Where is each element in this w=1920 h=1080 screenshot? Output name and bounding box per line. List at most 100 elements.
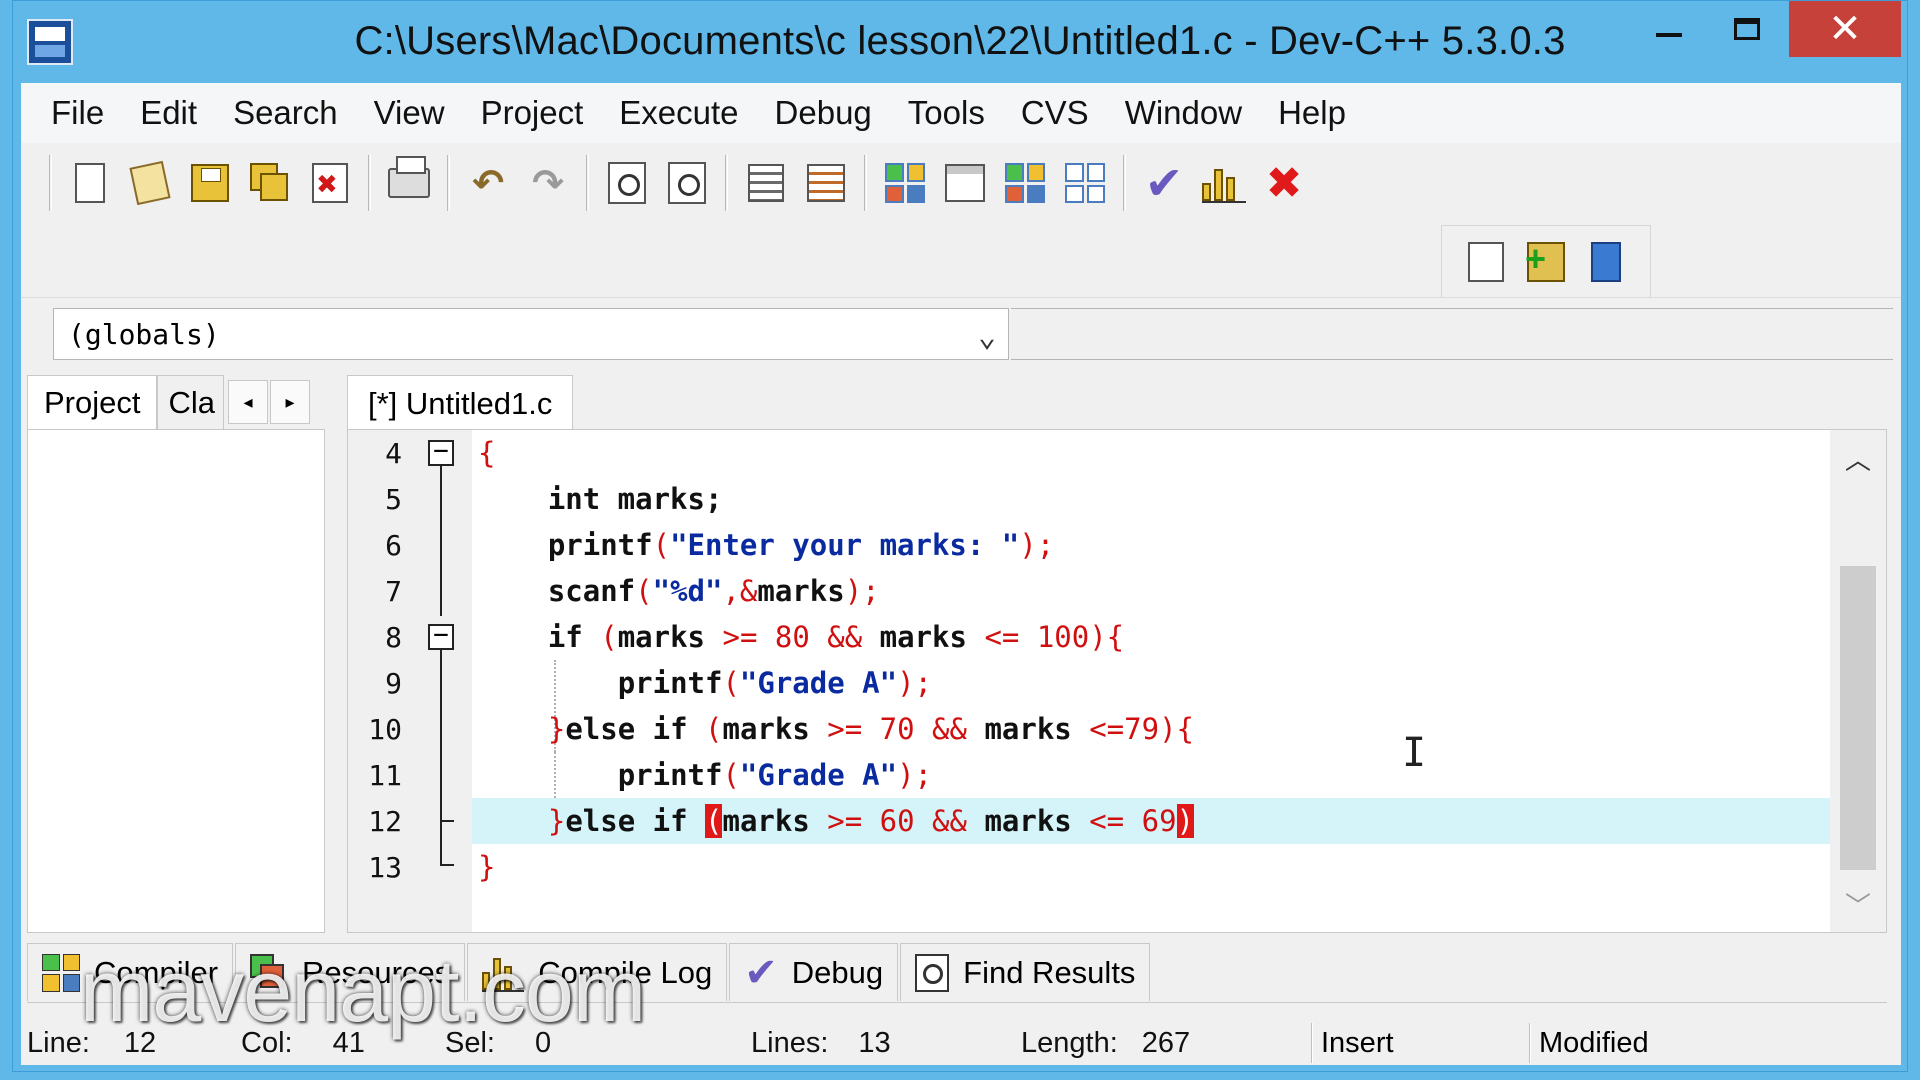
goto-line-icon xyxy=(807,164,845,202)
tab-project[interactable]: Project xyxy=(27,375,158,429)
undo-button[interactable]: ↶ xyxy=(461,154,515,212)
menu-project[interactable]: Project xyxy=(463,94,602,132)
code-text-area[interactable]: { int marks; printf("Enter your marks: "… xyxy=(472,430,1830,932)
code-line: } xyxy=(472,844,1830,890)
tab-scroll-arrows: ◂ ▸ xyxy=(226,375,310,429)
fold-line xyxy=(440,650,442,864)
tab-scroll-left-icon[interactable]: ◂ xyxy=(228,380,268,424)
tab-untitled1[interactable]: [*] Untitled1.c xyxy=(347,375,574,431)
close-file-button[interactable] xyxy=(303,154,357,212)
code-line-text: }else if (marks >= 60 && marks <= 69) xyxy=(547,804,1194,838)
fold-collapse-icon[interactable]: − xyxy=(428,438,454,466)
menu-debug[interactable]: Debug xyxy=(757,94,890,132)
toolbar-separator xyxy=(586,155,589,211)
print-button[interactable] xyxy=(382,154,436,212)
title-bar[interactable]: C:\Users\Mac\Documents\c lesson\22\Untit… xyxy=(13,1,1907,83)
menu-search[interactable]: Search xyxy=(215,94,356,132)
minimize-button[interactable] xyxy=(1633,1,1705,57)
tab-scroll-right-icon[interactable]: ▸ xyxy=(270,380,310,424)
line-number: 5 xyxy=(385,483,402,516)
chevron-down-icon[interactable]: ⌄ xyxy=(978,319,996,354)
save-all-button[interactable] xyxy=(243,154,297,212)
scope-dropdown[interactable]: (globals) ⌄ xyxy=(53,308,1009,360)
add-to-project-button[interactable] xyxy=(1519,233,1573,291)
undo-icon: ↶ xyxy=(472,162,504,205)
redo-button[interactable]: ↷ xyxy=(521,154,575,212)
scroll-up-icon[interactable]: ︿ xyxy=(1830,430,1886,486)
editor-vertical-scrollbar[interactable]: ︿ ﹀ xyxy=(1830,430,1886,932)
compile-run-button[interactable] xyxy=(998,154,1052,212)
tab-debug[interactable]: ✔ Debug xyxy=(729,943,899,1001)
project-toolbar xyxy=(1441,225,1651,299)
find-replace-button[interactable] xyxy=(660,154,714,212)
goto-line-button[interactable] xyxy=(799,154,853,212)
window-icon xyxy=(945,164,985,202)
menu-file[interactable]: File xyxy=(33,94,122,132)
gutter-row: 11 xyxy=(348,752,472,798)
open-file-button[interactable] xyxy=(123,154,177,212)
fold-collapse-icon[interactable]: − xyxy=(428,622,454,650)
toolbar-separator xyxy=(447,155,450,211)
compile-button[interactable] xyxy=(878,154,932,212)
gutter-row: 4− xyxy=(348,430,472,476)
run-button[interactable] xyxy=(938,154,992,212)
save-button[interactable] xyxy=(183,154,237,212)
tab-debug-label: Debug xyxy=(791,954,884,990)
close-file-icon xyxy=(312,163,348,203)
save-icon xyxy=(191,164,229,202)
status-divider xyxy=(1529,1023,1531,1063)
scroll-down-icon[interactable]: ﹀ xyxy=(1830,876,1886,932)
menu-execute[interactable]: Execute xyxy=(601,94,756,132)
project-book-button[interactable] xyxy=(1579,233,1633,291)
gutter-row: 9 xyxy=(348,660,472,706)
line-gutter: 4− 5 6 7 8− 9 10 11 12 13 xyxy=(348,430,472,932)
close-button[interactable]: ✕ xyxy=(1789,1,1901,57)
menu-help[interactable]: Help xyxy=(1260,94,1364,132)
class-browser-bar: (globals) ⌄ xyxy=(21,297,1901,367)
menu-view[interactable]: View xyxy=(356,94,463,132)
book-icon xyxy=(1591,242,1621,282)
menu-cvs[interactable]: CVS xyxy=(1003,94,1107,132)
status-divider xyxy=(1311,1023,1313,1063)
new-file-button[interactable] xyxy=(63,154,117,212)
toolbar-separator xyxy=(1123,155,1126,211)
indent-button[interactable] xyxy=(739,154,793,212)
maximize-icon xyxy=(1734,18,1760,40)
line-number: 9 xyxy=(385,667,402,700)
tab-find-results[interactable]: Find Results xyxy=(900,943,1151,1001)
project-options-icon xyxy=(1468,242,1504,282)
new-file-icon xyxy=(75,163,105,203)
line-number: 7 xyxy=(385,575,402,608)
code-line: printf("Enter your marks: "); xyxy=(472,522,1830,568)
code-line: scanf("%d",&marks); xyxy=(472,568,1830,614)
menu-tools[interactable]: Tools xyxy=(890,94,1003,132)
code-line-text: }else if (marks >= 70 && marks <=79){ xyxy=(547,712,1194,746)
status-lines: Lines: 13 xyxy=(751,1027,891,1059)
toolbar-separator xyxy=(49,155,52,211)
project-options-button[interactable] xyxy=(1459,233,1513,291)
rebuild-all-button[interactable] xyxy=(1058,154,1112,212)
text-cursor-icon: I xyxy=(1402,730,1427,776)
window-title: C:\Users\Mac\Documents\c lesson\22\Untit… xyxy=(354,19,1566,63)
status-modified: Modified xyxy=(1539,1027,1649,1059)
line-number: 13 xyxy=(368,851,402,884)
project-tree[interactable] xyxy=(27,429,325,933)
tab-classes[interactable]: Cla xyxy=(157,375,224,429)
function-dropdown[interactable] xyxy=(1011,308,1893,360)
add-to-project-icon xyxy=(1525,238,1565,282)
line-number: 8 xyxy=(385,621,402,654)
code-line: printf("Grade A"); xyxy=(472,660,1830,706)
code-editor[interactable]: 4− 5 6 7 8− 9 10 11 12 13 {int marks; p… xyxy=(347,429,1887,933)
menu-edit[interactable]: Edit xyxy=(122,94,215,132)
fold-tick xyxy=(440,864,454,866)
code-line-text: printf("Enter your marks: "); xyxy=(547,528,1055,562)
gutter-row: 7 xyxy=(348,568,472,614)
scrollbar-thumb[interactable] xyxy=(1840,566,1876,870)
find-button[interactable] xyxy=(600,154,654,212)
maximize-button[interactable] xyxy=(1711,1,1783,57)
menu-window[interactable]: Window xyxy=(1107,94,1260,132)
profile-button[interactable] xyxy=(1197,154,1251,212)
stop-button[interactable]: ✖ xyxy=(1257,154,1311,212)
syntax-check-button[interactable]: ✔ xyxy=(1137,154,1191,212)
gutter-row: 10 xyxy=(348,706,472,752)
